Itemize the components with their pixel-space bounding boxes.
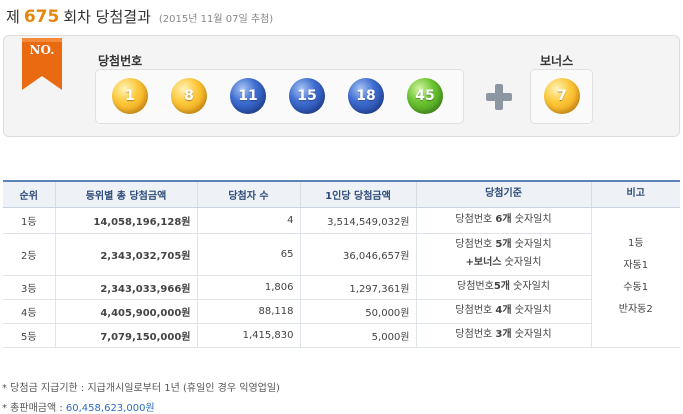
per-cell: 5,000원	[299, 323, 416, 348]
table-row: 4등 4,405,900,000원 88,118 50,000원 당첨번호 4개…	[3, 299, 680, 324]
title-main: 회차 당첨결과	[63, 8, 151, 26]
per-cell: 50,000원	[299, 299, 416, 324]
note-cell: 1등 자동1 수동1 반자동2	[590, 207, 680, 348]
number-ball: 1	[112, 78, 148, 114]
round-number: 675	[23, 7, 60, 27]
number-ball: 45	[407, 78, 443, 114]
total-cell: 2,343,032,705원	[54, 233, 197, 276]
plus-icon	[486, 84, 512, 110]
col-note: 비고	[590, 180, 680, 208]
rank-cell: 3등	[3, 275, 55, 300]
payout-deadline-note: * 당첨금 지급기한 : 지급개시일로부터 1년 (휴일인 경우 익영업일)	[2, 383, 280, 394]
total-sales-amount: 60,458,623,000원	[65, 403, 155, 414]
count-cell: 1,806	[196, 275, 300, 300]
rank-cell: 2등	[3, 233, 55, 276]
number-ball: 11	[230, 78, 266, 114]
table-row: 3등 2,343,033,966원 1,806 1,297,361원 당첨번호5…	[3, 275, 680, 300]
numbers-label: 당첨번호	[98, 54, 143, 68]
number-ball: 18	[348, 78, 384, 114]
rank-cell: 1등	[3, 207, 55, 234]
table-row: 5등 7,079,150,000원 1,415,830 5,000원 당첨번호 …	[3, 323, 680, 348]
col-per: 1인당 당첨금액	[299, 180, 416, 208]
criteria-cell: 당첨번호 6개 숫자일치	[415, 207, 591, 234]
col-count: 당첨자 수	[196, 180, 300, 208]
col-rank: 순위	[3, 180, 55, 208]
bonus-ball: 7	[544, 78, 580, 114]
count-cell: 65	[196, 233, 300, 276]
rank-cell: 5등	[3, 323, 55, 348]
total-cell: 2,343,033,966원	[54, 275, 197, 300]
count-cell: 4	[196, 207, 300, 234]
title-lead: 제	[6, 8, 20, 26]
per-cell: 36,046,657원	[299, 233, 416, 276]
draw-date: (2015년 11월 07일 추첨)	[158, 14, 274, 25]
per-cell: 3,514,549,032원	[299, 207, 416, 234]
criteria-cell: 당첨번호 5개 숫자일치 +보너스 숫자일치	[415, 233, 591, 276]
badge-label: NO.	[29, 43, 55, 57]
count-cell: 1,415,830	[196, 323, 300, 348]
results-table: 순위 등위별 총 당첨금액 당첨자 수 1인당 당첨금액 당첨기준 비고 1등 …	[3, 180, 680, 348]
number-ball: 15	[289, 78, 325, 114]
count-cell: 88,118	[196, 299, 300, 324]
number-ball: 8	[171, 78, 207, 114]
bonus-label: 보너스	[540, 54, 574, 68]
per-cell: 1,297,361원	[299, 275, 416, 300]
criteria-cell: 당첨번호5개 숫자일치	[415, 275, 591, 300]
table-row: 1등 14,058,196,128원 4 3,514,549,032원 당첨번호…	[3, 207, 680, 348]
criteria-cell: 당첨번호 3개 숫자일치	[415, 323, 591, 348]
col-total: 등위별 총 당첨금액	[54, 180, 197, 208]
criteria-cell: 당첨번호 4개 숫자일치	[415, 299, 591, 324]
rank-cell: 4등	[3, 299, 55, 324]
total-cell: 7,079,150,000원	[54, 323, 197, 348]
total-cell: 4,405,900,000원	[54, 299, 197, 324]
col-criteria: 당첨기준	[415, 180, 591, 208]
table-header-row: 순위 등위별 총 당첨금액 당첨자 수 1인당 당첨금액 당첨기준 비고	[3, 180, 680, 208]
total-cell: 14,058,196,128원	[54, 207, 197, 234]
page-title: 제 675 회차 당첨결과 (2015년 11월 07일 추첨)	[6, 6, 274, 27]
table-row: 2등 2,343,032,705원 65 36,046,657원 당첨번호 5개…	[3, 233, 680, 276]
